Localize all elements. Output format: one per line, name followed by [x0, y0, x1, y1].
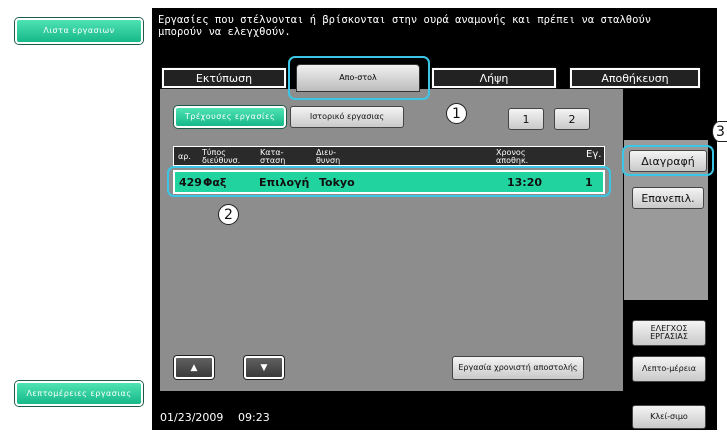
message-text: Εργασίες που στέλνονται ή βρίσκονται στη… — [158, 14, 652, 38]
details-button[interactable]: Λεπτο-μέρεια — [632, 356, 706, 382]
job-list-button[interactable]: Λιστα εργασιων — [15, 18, 143, 44]
content-area — [160, 89, 623, 391]
header-destination: Διευ-θυνση — [316, 148, 341, 165]
page-1-button[interactable]: 1 — [508, 108, 544, 130]
resend-button[interactable]: Επανεπιλ. — [632, 187, 704, 209]
header-copies: Εγ. — [586, 149, 602, 160]
callout-tab-outline — [288, 56, 430, 100]
arrow-up-icon: ▲ — [190, 362, 198, 373]
timer-job-button[interactable]: Εργασία χρονιστή αποστολής — [452, 356, 584, 380]
status-time: 09:23 — [238, 411, 270, 424]
header-address-type: Τύπος διεύθυνσ. — [202, 148, 241, 165]
status-date: 01/23/2009 — [160, 411, 224, 424]
scroll-down-button[interactable]: ▼ — [244, 356, 284, 379]
scroll-up-button[interactable]: ▲ — [174, 356, 214, 379]
callout-delete-outline — [622, 145, 714, 176]
table-header: αρ. Τύπος διεύθυνσ. Κατα-σταση Διευ-θυνσ… — [173, 146, 605, 166]
arrow-down-icon: ▼ — [260, 362, 268, 373]
header-number: αρ. — [178, 152, 191, 161]
tab-job-history[interactable]: Ιστορικό εργασιας — [290, 106, 404, 128]
check-job-button[interactable]: ΕΛΕΓΧΟΣ ΕΡΓΑΣΙΑΣ — [632, 320, 706, 346]
header-stored-time: Χρονος αποθηκ. — [496, 148, 529, 165]
close-button[interactable]: Κλεί-σιμο — [632, 405, 706, 429]
callout-number-2: 2 — [218, 204, 239, 225]
status-bar: 01/23/2009 09:23 — [152, 406, 622, 430]
tab-receive[interactable]: Λήψη — [432, 68, 556, 88]
callout-row-outline — [167, 166, 611, 197]
page-2-button[interactable]: 2 — [554, 108, 590, 130]
callout-number-3: 3 — [712, 121, 727, 142]
callout-number-1: 1 — [446, 103, 467, 124]
header-status: Κατα-σταση — [260, 148, 286, 165]
tab-save[interactable]: Αποθήκευση — [570, 68, 700, 88]
tab-print[interactable]: Εκτύπωση — [162, 68, 286, 88]
job-details-button[interactable]: Λεπτομέρειες εργασιας — [15, 381, 143, 406]
tab-current-jobs[interactable]: Τρέχουσες εργασίες — [174, 106, 286, 128]
